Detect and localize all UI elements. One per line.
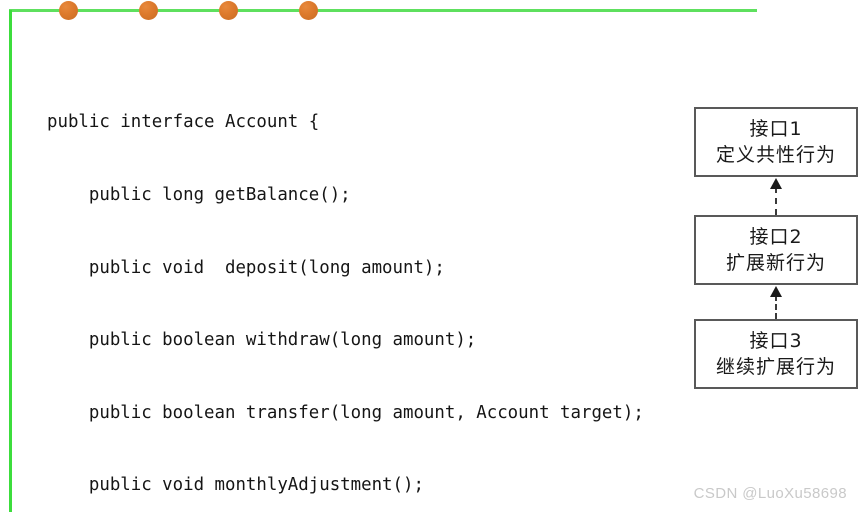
code-line: public void deposit(long amount);	[47, 257, 445, 278]
code-line: public long getBalance();	[47, 185, 351, 205]
bullet-dot-2-icon	[139, 1, 158, 20]
bullet-dot-3-icon	[219, 1, 238, 20]
annotation-box-interface-3: 接口3 继续扩展行为	[694, 319, 858, 389]
decorative-vertical-rule	[9, 10, 12, 512]
annotation-box-subtitle: 定义共性行为	[715, 144, 836, 166]
annotation-box-title: 接口3	[749, 330, 803, 352]
arrowhead-up-icon	[770, 286, 782, 297]
arrowhead-up-icon	[770, 178, 782, 189]
annotation-box-title: 接口2	[749, 226, 803, 248]
annotation-box-interface-1: 接口1 定义共性行为	[694, 107, 858, 177]
dashed-line	[775, 187, 777, 215]
annotation-box-title: 接口1	[749, 118, 803, 140]
decorative-horizontal-rule	[9, 9, 757, 12]
code-line: public void monthlyAdjustment();	[47, 475, 424, 496]
bullet-dot-4-icon	[299, 1, 318, 20]
bullet-dot-1-icon	[59, 1, 78, 20]
dashed-line	[775, 295, 777, 319]
arrow-box2-to-box1	[768, 178, 784, 216]
annotation-box-subtitle: 继续扩展行为	[715, 356, 836, 378]
slide-canvas: public interface Account { public long g…	[0, 0, 861, 512]
annotation-box-interface-2: 接口2 扩展新行为	[694, 215, 858, 285]
code-line: public boolean transfer(long amount, Acc…	[47, 402, 644, 423]
watermark: CSDN @LuoXu58698	[693, 485, 847, 502]
code-line: public boolean withdraw(long amount);	[47, 330, 477, 351]
code-line: public interface Account {	[47, 112, 320, 133]
annotation-box-subtitle: 扩展新行为	[725, 252, 826, 274]
code-listing: public interface Account { public long g…	[47, 62, 686, 512]
arrow-box3-to-box2	[768, 286, 784, 320]
